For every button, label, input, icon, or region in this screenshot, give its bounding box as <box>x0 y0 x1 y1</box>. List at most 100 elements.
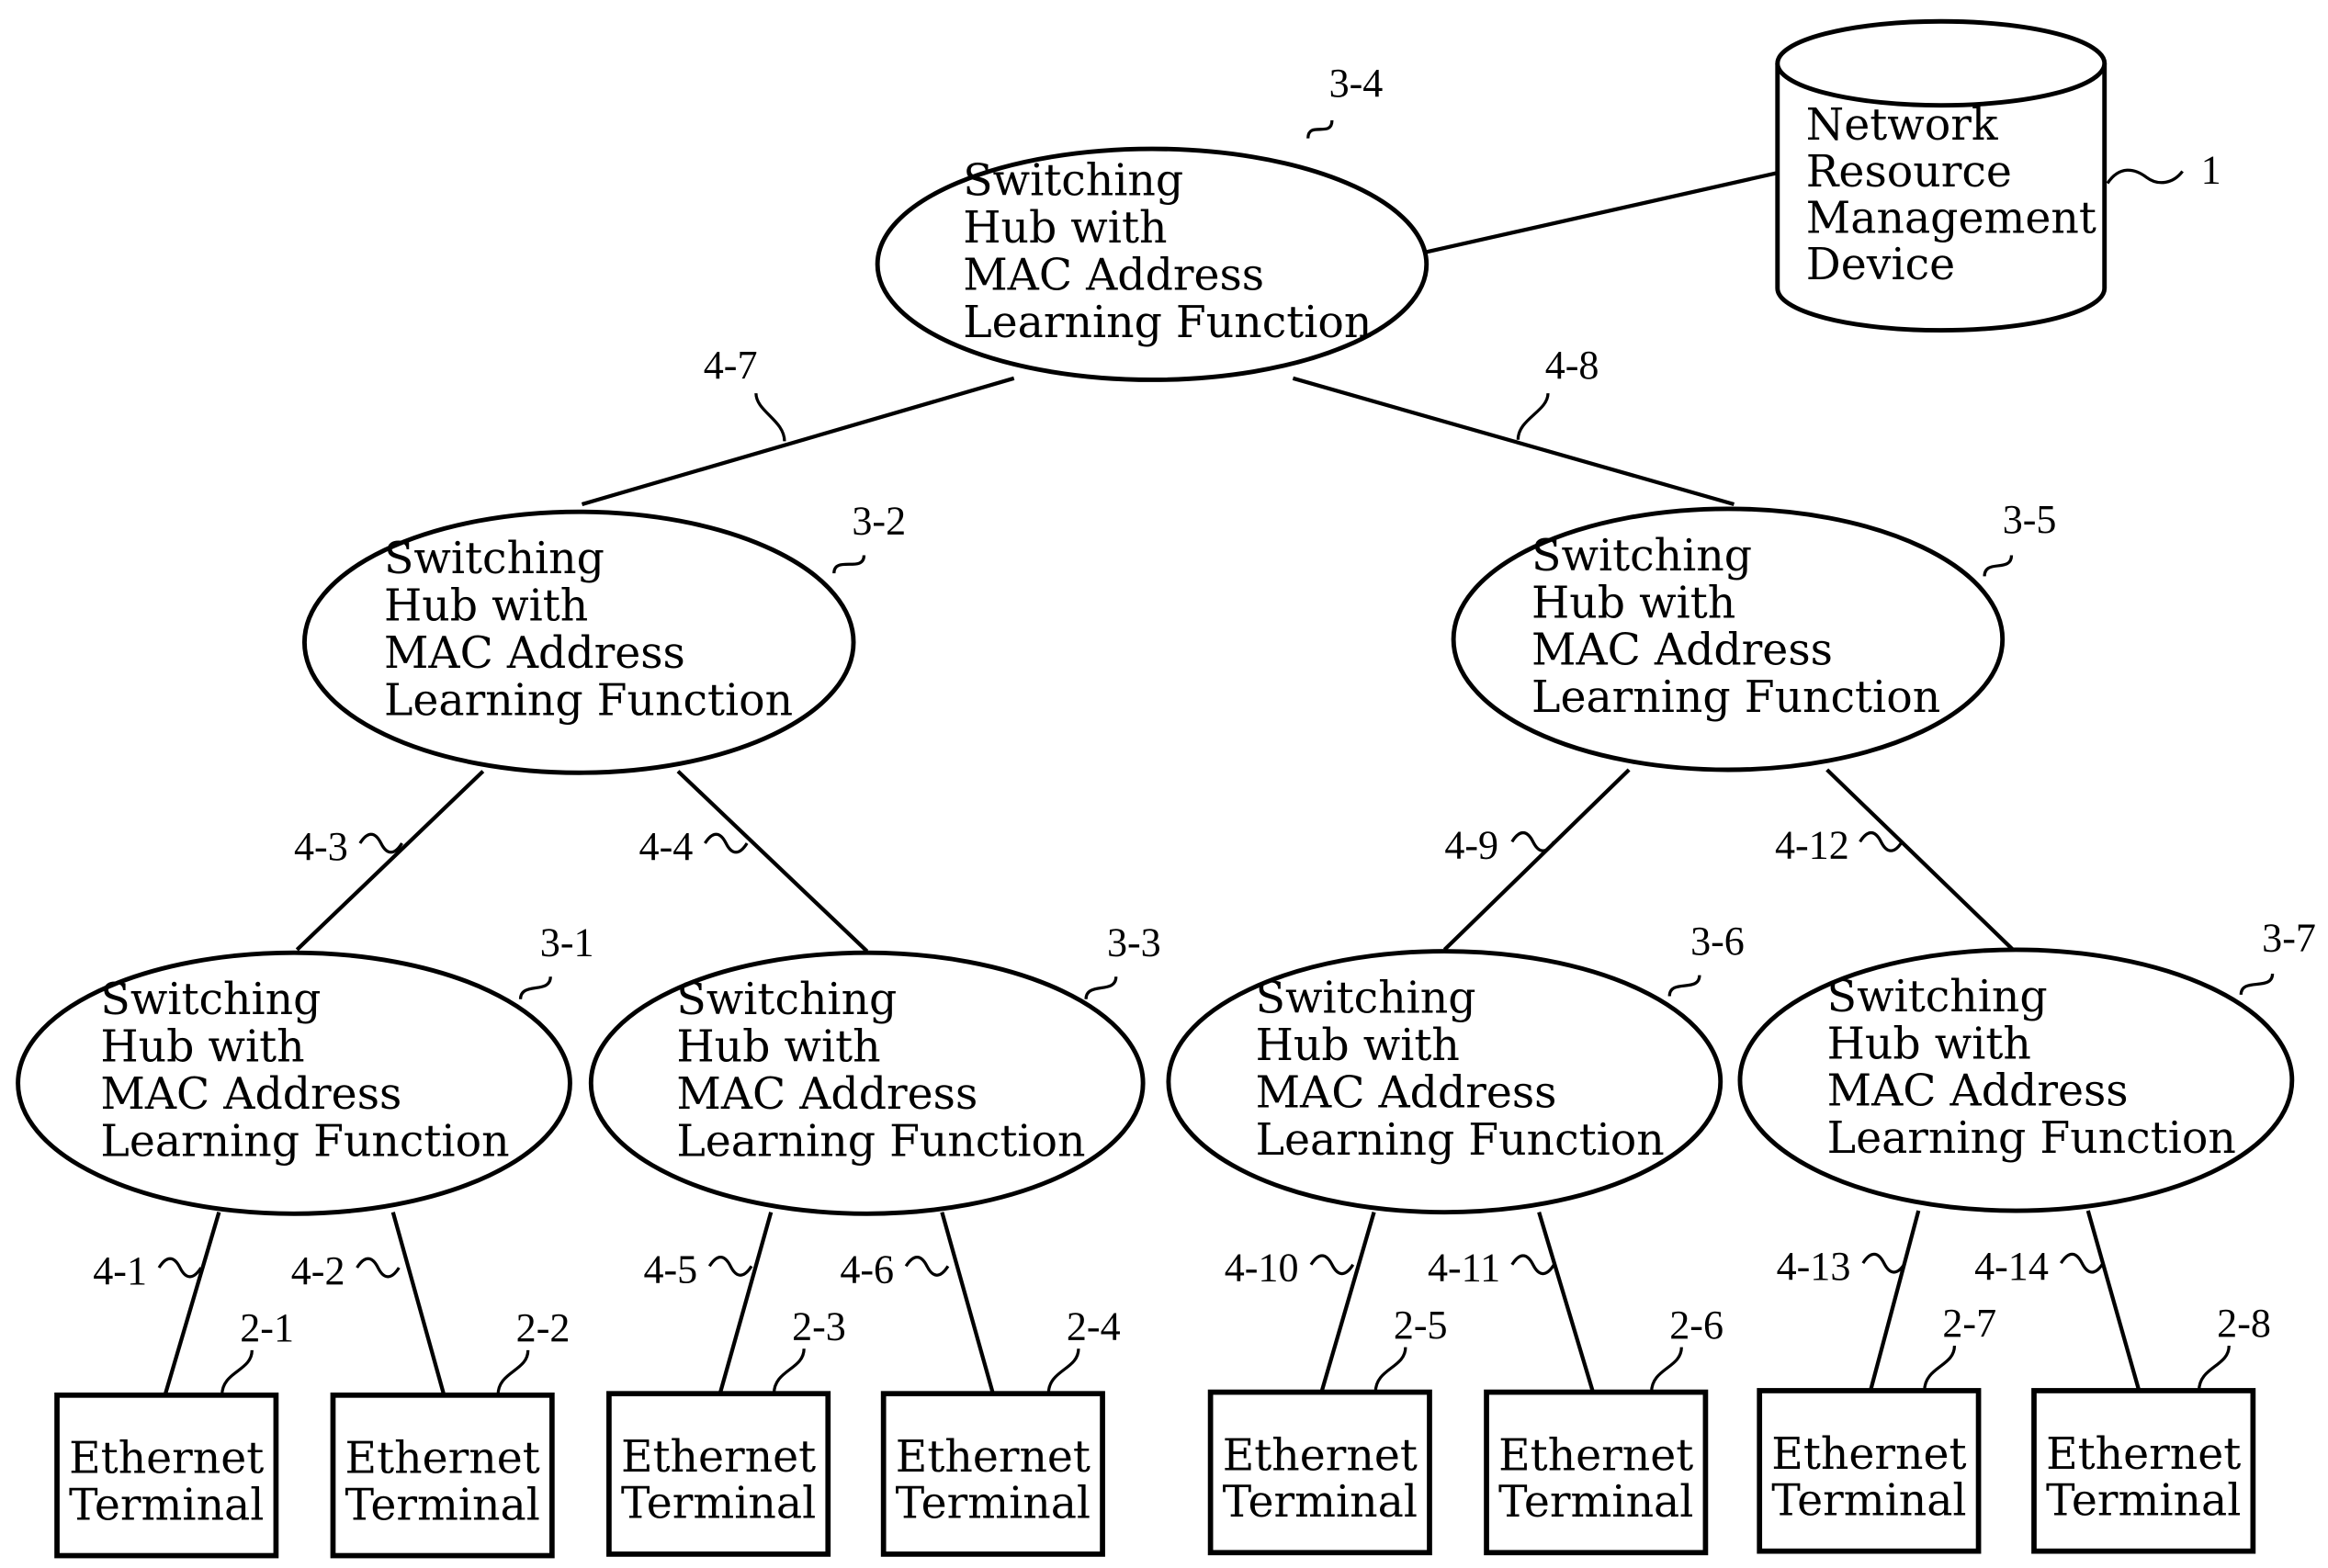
leader-line-icon <box>754 392 786 442</box>
hub-label-line: Learning Function <box>1256 1115 1665 1166</box>
leader-tilde-icon <box>358 832 403 854</box>
hub-ref-label: 3-4 <box>1329 61 1384 106</box>
ethernet-terminal-2-3: EthernetTerminal <box>606 1391 831 1557</box>
leader-line-icon <box>518 976 552 1000</box>
link-ref-label: 4-14 <box>1974 1244 2049 1289</box>
link-ref-label: 4-13 <box>1777 1244 1851 1289</box>
leader-line-icon <box>1516 392 1550 440</box>
link-ref-label: 4-3 <box>294 824 348 869</box>
terminal-ref-label: 2-4 <box>1067 1303 1121 1348</box>
leader-tilde-icon <box>703 832 749 854</box>
nrm-label-line: Device <box>1806 240 1955 290</box>
terminal-label-line: Terminal <box>1498 1477 1693 1528</box>
leader-tilde-icon <box>904 1256 950 1277</box>
hub-label-line: Learning Function <box>1827 1113 2236 1164</box>
leader-tilde-icon <box>157 1257 203 1279</box>
link-ref-label: 4-4 <box>639 824 694 869</box>
network-resource-management-device: NetworkResourceManagementDevice <box>1775 18 2108 333</box>
terminal-label-line: Terminal <box>1771 1475 1966 1526</box>
terminal-label-line: Ethernet <box>896 1432 1091 1483</box>
hub-label-line: Hub with <box>100 1022 304 1073</box>
terminal-label-line: Terminal <box>2046 1475 2241 1526</box>
terminal-label-line: Ethernet <box>2046 1429 2241 1480</box>
switching-hub-3-5: SwitchingHub withMAC AddressLearning Fun… <box>1451 506 2006 773</box>
link-ref-label: 4-10 <box>1225 1246 1299 1291</box>
terminal-label-line: Ethernet <box>345 1434 540 1484</box>
link-4-13 <box>1868 1210 1921 1392</box>
hub-ref-label: 3-3 <box>1107 919 1161 964</box>
leader-tilde-icon <box>2059 1252 2105 1274</box>
hub-label-line: Hub with <box>676 1022 880 1073</box>
leader-line-icon <box>772 1348 806 1394</box>
terminal-label-line: Ethernet <box>1223 1430 1418 1481</box>
leader-line-icon <box>1983 555 2014 577</box>
terminal-ref-label: 2-1 <box>240 1305 294 1350</box>
switching-hub-3-3: SwitchingHub withMAC AddressLearning Fun… <box>588 950 1146 1216</box>
terminal-label-line: Terminal <box>621 1479 816 1529</box>
leader-line-icon <box>1650 1347 1683 1393</box>
terminal-label-line: Ethernet <box>621 1432 816 1483</box>
link-4-2 <box>390 1212 446 1396</box>
leader-tilde-icon <box>2106 168 2184 185</box>
link-4-5 <box>718 1212 774 1394</box>
leader-line-icon <box>1046 1348 1080 1394</box>
leader-line-icon <box>1923 1345 1957 1392</box>
hub-label-line: MAC Address <box>676 1069 978 1120</box>
switching-hub-3-1: SwitchingHub withMAC AddressLearning Fun… <box>16 950 572 1216</box>
hub-label-line: Switching <box>676 975 897 1025</box>
leader-line-icon <box>1306 119 1334 139</box>
link-ref-label: 4-2 <box>291 1248 345 1293</box>
hub-label-line: Switching <box>384 534 605 584</box>
hub-label-line: Hub with <box>1827 1019 2031 1069</box>
nrm-label-line: Resource <box>1806 147 2012 197</box>
link-ref-label: 4-6 <box>840 1247 894 1292</box>
ethernet-terminal-2-8: EthernetTerminal <box>2031 1388 2256 1554</box>
hub-label-line: MAC Address <box>1256 1067 1557 1118</box>
link-ref-label: 4-7 <box>704 343 758 388</box>
terminal-label-line: Terminal <box>345 1480 539 1530</box>
link-4-11 <box>1537 1212 1595 1393</box>
leader-tilde-icon <box>1510 1254 1555 1276</box>
ethernet-terminal-2-5: EthernetTerminal <box>1207 1389 1432 1556</box>
terminal-label-line: Terminal <box>1223 1477 1418 1528</box>
link-4-7 <box>581 376 1015 507</box>
link-4-12 <box>1825 768 2015 952</box>
terminal-ref-label: 2-5 <box>1394 1303 1448 1348</box>
terminal-label-line: Terminal <box>896 1479 1091 1529</box>
terminal-ref-label: 2-8 <box>2217 1301 2271 1346</box>
leader-tilde-icon <box>1510 830 1555 852</box>
terminal-label-line: Ethernet <box>69 1434 264 1484</box>
ethernet-terminal-2-2: EthernetTerminal <box>330 1392 555 1559</box>
leader-line-icon <box>2239 973 2275 996</box>
hub-label-line: Switching <box>1827 972 2048 1022</box>
leader-line-icon <box>832 555 866 574</box>
hub-label-line: Learning Function <box>1531 672 1940 723</box>
leader-line-icon <box>2197 1345 2231 1392</box>
link-4-8 <box>1292 376 1735 507</box>
hub-label-line: Switching <box>100 975 321 1025</box>
leader-line-icon <box>496 1349 530 1395</box>
leader-line-icon <box>1084 976 1118 1000</box>
switching-hub-3-4: SwitchingHub withMAC AddressLearning Fun… <box>875 146 1430 382</box>
hub-label-line: Switching <box>1256 973 1476 1023</box>
link-ref-label: 4-8 <box>1545 343 1599 388</box>
hub-label-line: Hub with <box>963 203 1167 254</box>
switching-hub-3-2: SwitchingHub withMAC AddressLearning Fun… <box>301 509 856 775</box>
hub-label-line: MAC Address <box>963 251 1264 301</box>
leader-line-icon <box>220 1349 254 1395</box>
leader-tilde-icon <box>356 1257 401 1279</box>
hub-label-line: Learning Function <box>100 1116 509 1167</box>
link-ref-label: 4-1 <box>93 1248 147 1293</box>
hub-label-line: Learning Function <box>963 298 1372 348</box>
terminal-ref-label: 2-2 <box>516 1305 571 1350</box>
link-4-1 <box>163 1212 221 1396</box>
nrm-label-line: Network <box>1806 100 1998 151</box>
nrm-label-line: Management <box>1806 193 2096 243</box>
hub-label-line: MAC Address <box>100 1069 401 1120</box>
leader-line-icon <box>1373 1347 1407 1393</box>
terminal-label-line: Ethernet <box>1771 1429 1966 1480</box>
link-ref-label: 4-11 <box>1428 1246 1500 1291</box>
hub-label-line: Learning Function <box>676 1116 1085 1167</box>
hub-label-line: Switching <box>963 156 1183 207</box>
hub-label-line: Hub with <box>1256 1021 1460 1071</box>
